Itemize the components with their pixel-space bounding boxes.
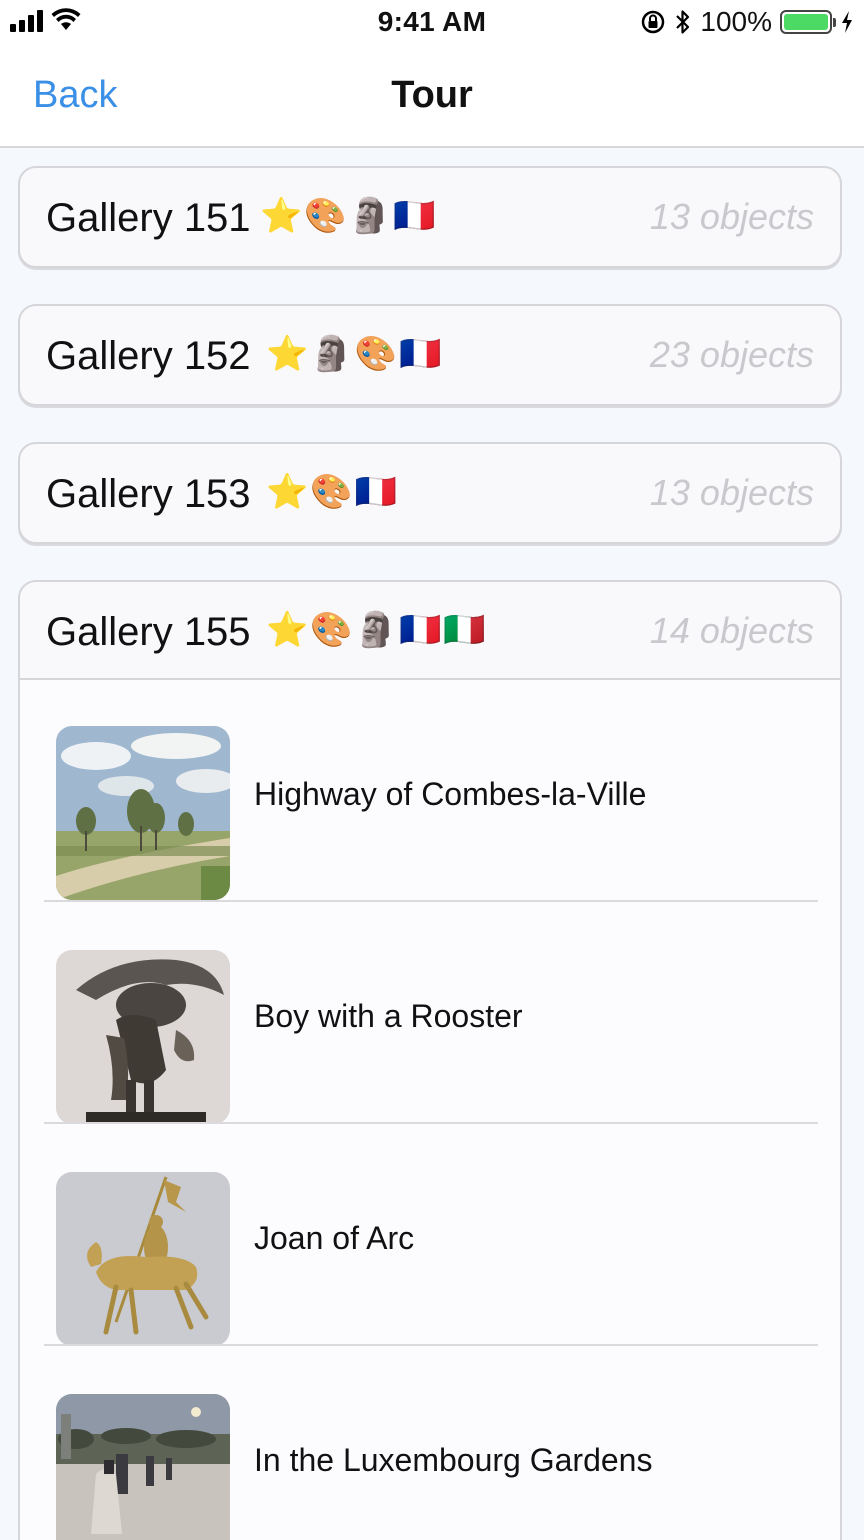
gallery-name: Gallery 151 [46, 196, 251, 240]
bluetooth-icon [676, 10, 690, 34]
gallery-emoji-tags: ⭐🗿🎨🇫🇷 [266, 335, 444, 373]
navigation-bar: Back Tour [0, 44, 864, 148]
object-title: Boy with a Rooster [254, 998, 523, 1034]
object-thumbnail [56, 1394, 230, 1540]
status-bar: 9:41 AM 100% [0, 0, 864, 44]
gallery-name: Gallery 153 [46, 472, 251, 516]
list-item[interactable]: Boy with a Rooster [44, 902, 818, 1124]
gallery-object-count: 14 objects [649, 610, 814, 651]
list-item[interactable]: Highway of Combes-la-Ville [44, 680, 818, 902]
object-title: In the Luxembourg Gardens [254, 1442, 653, 1478]
object-title: Joan of Arc [254, 1220, 415, 1256]
gallery-object-count: 13 objects [649, 472, 814, 513]
object-title: Highway of Combes-la-Ville [254, 776, 647, 812]
battery-icon [780, 10, 836, 34]
battery-percent: 100% [700, 6, 772, 37]
gallery-name: Gallery 152 [46, 334, 251, 378]
gallery-card-155[interactable]: Gallery 155 ⭐🎨🗿🇫🇷🇮🇹 14 objects [18, 580, 842, 680]
gallery-card-151[interactable]: Gallery 151 ⭐🎨🗿🇫🇷 13 objects [18, 166, 842, 268]
gallery-emoji-tags: ⭐🎨🗿🇫🇷🇮🇹 [266, 611, 488, 649]
gallery-emoji-tags: ⭐🎨🗿🇫🇷 [260, 197, 438, 235]
page-title: Tour [391, 74, 473, 116]
gallery-name: Gallery 155 [46, 610, 251, 654]
battery-fill [784, 14, 828, 30]
list-item[interactable]: In the Luxembourg Gardens [44, 1346, 818, 1540]
gallery-emoji-tags: ⭐🎨🇫🇷 [266, 473, 400, 511]
charging-icon [842, 11, 852, 33]
orientation-lock-icon [642, 10, 665, 34]
object-thumbnail [56, 950, 230, 1124]
object-thumbnail [56, 726, 230, 900]
gallery-object-count: 13 objects [649, 196, 814, 237]
gallery-card-152[interactable]: Gallery 152 ⭐🗿🎨🇫🇷 23 objects [18, 304, 842, 406]
list-item[interactable]: Joan of Arc [44, 1124, 818, 1346]
gallery-object-list: Highway of Combes-la-Ville Boy with a Ro… [18, 680, 842, 1540]
gallery-card-153[interactable]: Gallery 153 ⭐🎨🇫🇷 13 objects [18, 442, 842, 544]
gallery-object-count: 23 objects [649, 334, 814, 375]
object-thumbnail [56, 1172, 230, 1346]
status-right: 100% [640, 6, 854, 38]
